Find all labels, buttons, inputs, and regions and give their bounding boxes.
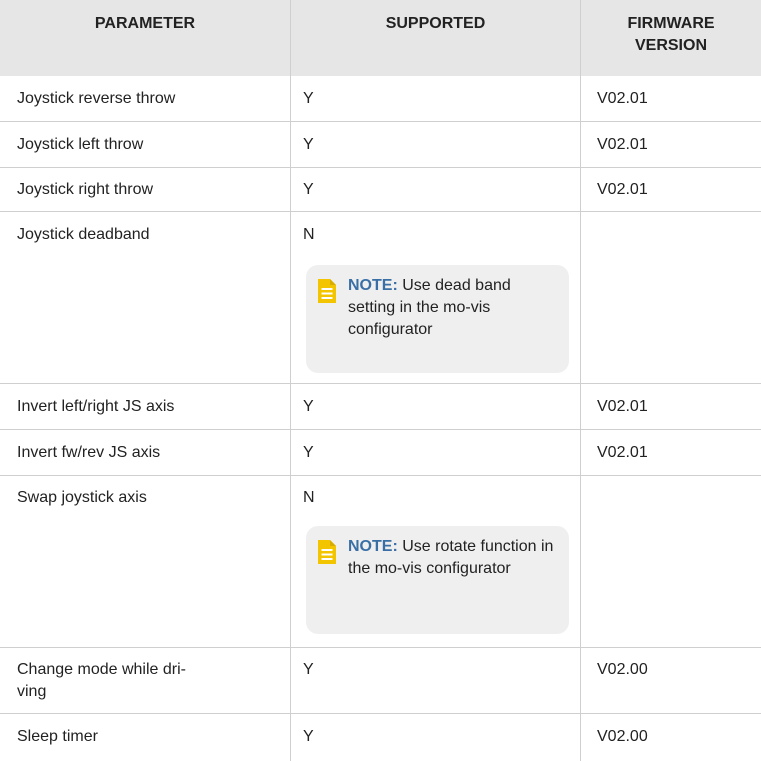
row-supported: Y — [303, 136, 314, 153]
column-divider — [290, 0, 291, 761]
table-row: Sleep timer Y V02.00 — [0, 714, 761, 761]
row-firmware: V02.01 — [597, 181, 648, 198]
row-supported: Y — [303, 90, 314, 107]
row-parameter: Sleep timer — [17, 728, 98, 745]
row-parameter: Joystick deadband — [17, 226, 150, 243]
table-header: PARAMETER SUPPORTED FIRMWARE VERSION — [0, 0, 761, 76]
column-divider — [580, 0, 581, 761]
row-firmware: V02.01 — [597, 444, 648, 461]
row-parameter: Invert fw/rev JS axis — [17, 444, 161, 461]
row-firmware: V02.01 — [597, 90, 648, 107]
row-parameter: Joystick right throw — [17, 181, 154, 198]
row-supported: Y — [303, 181, 314, 198]
row-parameter: Swap joystick axis — [17, 489, 147, 506]
table-row: Joystick left throw Y V02.01 — [0, 122, 761, 168]
table-row: Joystick deadband N NOTE: Use dead band … — [0, 212, 761, 384]
row-supported: N — [303, 489, 315, 506]
row-parameter: Joystick reverse throw — [17, 90, 176, 107]
note-box: NOTE: Use dead band setting in the mo-vi… — [306, 265, 569, 373]
note-label: NOTE: — [348, 538, 398, 555]
table-row: Invert left/right JS axis Y V02.01 — [0, 384, 761, 430]
table-row: Joystick reverse throw Y V02.01 — [0, 76, 761, 122]
table-row: Change mode while dri- ving Y V02.00 — [0, 648, 761, 714]
header-supported: SUPPORTED — [385, 15, 486, 32]
table-row: Invert fw/rev JS axis Y V02.01 — [0, 430, 761, 476]
note-box: NOTE: Use rotate function in the mo-vis … — [306, 526, 569, 634]
table-row: Swap joystick axis N NOTE: Use rotate fu… — [0, 476, 761, 648]
note-label: NOTE: — [348, 277, 398, 294]
row-firmware: V02.00 — [597, 661, 648, 678]
row-parameter: Joystick left throw — [17, 136, 144, 153]
row-supported: Y — [303, 398, 314, 415]
note-document-icon — [318, 540, 336, 564]
row-supported: Y — [303, 444, 314, 461]
row-supported: N — [303, 226, 315, 243]
note-text: NOTE: Use dead band setting in the mo-vi… — [348, 275, 558, 341]
header-firmware-version: FIRMWARE VERSION — [627, 15, 715, 54]
row-supported: Y — [303, 661, 314, 678]
table-row: Joystick right throw Y V02.01 — [0, 168, 761, 212]
row-supported: Y — [303, 728, 314, 745]
row-firmware: V02.01 — [597, 136, 648, 153]
note-document-icon — [318, 279, 336, 303]
row-firmware: V02.01 — [597, 398, 648, 415]
header-parameter: PARAMETER — [94, 15, 196, 32]
row-parameter: Change mode while dri- ving — [17, 661, 186, 700]
row-parameter: Invert left/right JS axis — [17, 398, 175, 415]
note-text: NOTE: Use rotate function in the mo-vis … — [348, 536, 558, 580]
row-firmware: V02.00 — [597, 728, 648, 745]
